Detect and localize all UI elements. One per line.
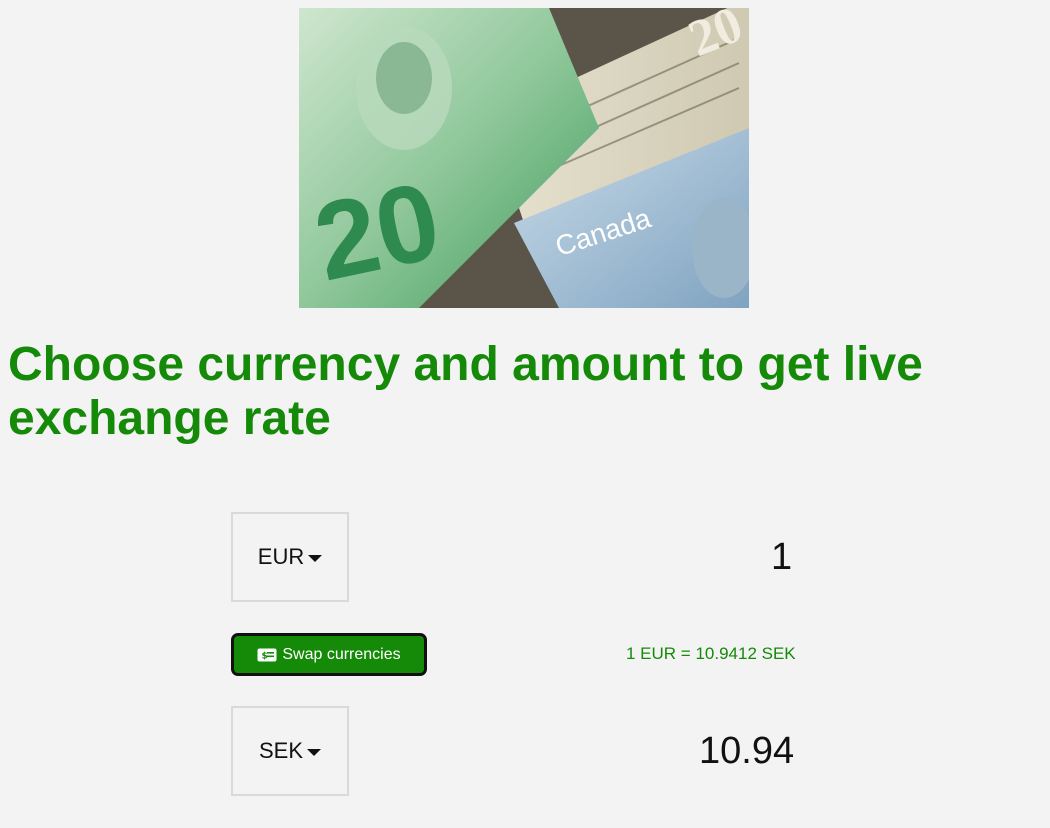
to-currency-code: SEK: [258, 738, 304, 763]
caret-down-icon: [307, 748, 322, 756]
svg-text:$: $: [262, 651, 268, 661]
money-bill-icon: $: [257, 648, 277, 662]
to-currency-select[interactable]: SEK: [231, 706, 349, 796]
from-currency-code: EUR: [257, 544, 305, 569]
from-amount-input[interactable]: 1: [771, 537, 792, 577]
swap-currencies-button[interactable]: $ Swap currencies: [231, 633, 427, 676]
banknotes-image: 20 Canada 20: [299, 8, 749, 308]
swap-currencies-label: Swap currencies: [282, 645, 401, 663]
to-amount-output: 10.94: [699, 730, 795, 772]
from-currency-select[interactable]: EUR: [231, 512, 349, 602]
exchange-rate-text: 1 EUR = 10.9412 SEK: [626, 644, 796, 663]
svg-text:20: 20: [305, 159, 450, 305]
caret-down-icon: [308, 554, 323, 562]
page-title: Choose currency and amount to get live e…: [8, 338, 923, 445]
